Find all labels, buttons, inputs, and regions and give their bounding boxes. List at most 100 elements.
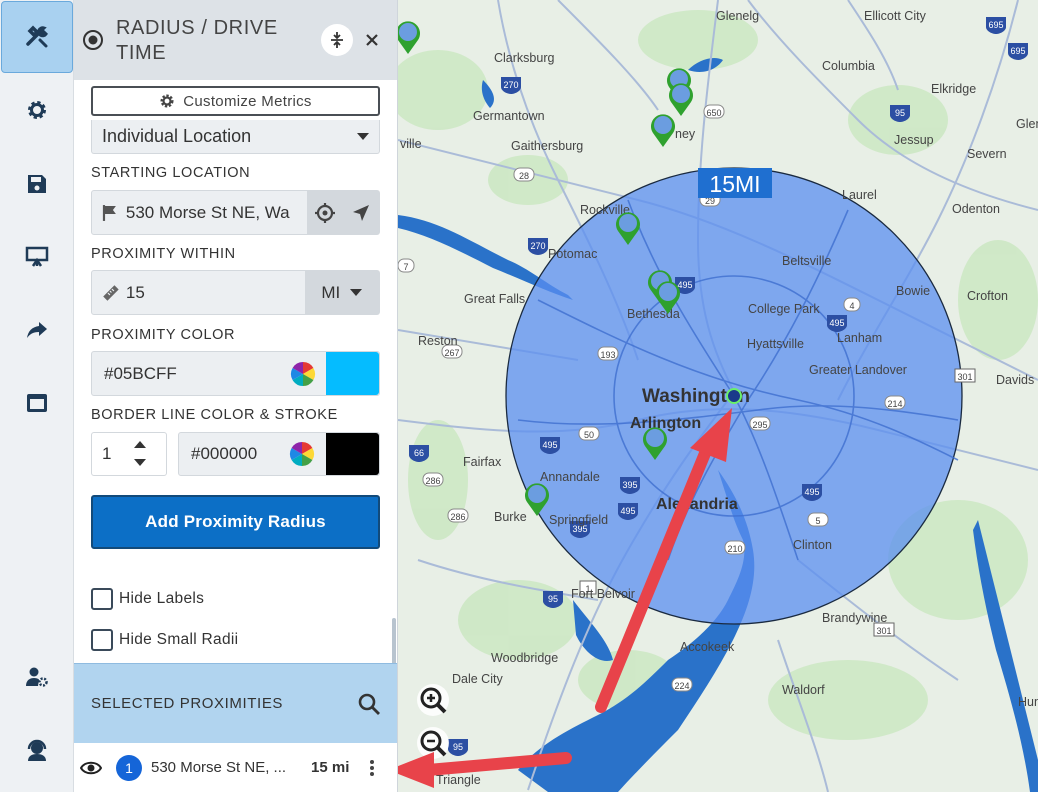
route-shield-label: 7 [403,262,408,272]
route-shield-label: 270 [530,241,545,251]
stepper-up-icon[interactable] [134,441,146,449]
save-button[interactable] [12,159,62,209]
customize-metrics-label: Customize Metrics [183,92,312,110]
unit-select[interactable]: MI [304,271,380,314]
place-label: Potomac [548,247,597,261]
hide-small-radii-checkbox[interactable] [91,629,113,651]
place-label: Triangle [436,773,481,787]
route-shield-label: 395 [622,480,637,490]
starting-location-label: STARTING LOCATION [91,165,251,181]
place-label: Hunt [1018,695,1038,709]
tools-button[interactable] [1,1,73,73]
place-label: Annandale [540,470,600,484]
color-wheel-icon[interactable] [290,361,316,387]
hide-small-radii-label: Hide Small Radii [119,631,239,648]
proximity-distance: 15 mi [311,759,350,776]
hide-small-radii-option[interactable]: Hide Small Radii [91,629,238,651]
gear-icon [28,101,46,119]
proximity-within-label: PROXIMITY WITHIN [91,246,236,262]
route-shield-label: 295 [752,420,767,430]
map-canvas[interactable]: 695 695 270 650 95 29 28 270 495 495 193… [398,0,1038,792]
origin-point[interactable] [726,388,742,404]
user-settings-button[interactable] [12,652,62,702]
proximity-field: 15 MI [91,270,380,315]
place-label: Lanham [837,331,882,345]
route-shield-label: 95 [895,108,905,118]
place-label: Hyattsville [747,337,804,351]
place-label: ney [675,127,696,141]
proximity-color-input[interactable]: #05BCFF [104,364,290,384]
settings-button[interactable] [12,85,62,135]
route-shield-label: 193 [600,350,615,360]
border-color-field: #000000 [178,432,380,476]
route-shield-label: 495 [677,280,692,290]
tools-icon [26,25,48,48]
place-label: Bowie [896,284,930,298]
place-label: Burke [494,510,527,524]
route-shield-label: 5 [815,516,820,526]
collapse-button[interactable] [321,24,353,56]
place-label: Severn [967,147,1007,161]
proximity-color-label: PROXIMITY COLOR [91,327,236,343]
map-view[interactable]: 695 695 270 650 95 29 28 270 495 495 193… [398,0,1038,792]
customize-metrics-button[interactable]: Customize Metrics [91,86,380,116]
route-shield-label: 695 [1010,46,1025,56]
selected-proximities-title: SELECTED PROXIMITIES [91,695,284,712]
support-button[interactable] [12,725,62,775]
list-item[interactable]: 1 530 Morse St NE, ... 15 mi [74,743,397,792]
panel-header: RADIUS / DRIVE TIME [74,0,397,80]
route-shield-label: 286 [425,476,440,486]
proximity-color-field: #05BCFF [91,351,380,396]
place-label: Clarksburg [494,51,554,65]
hide-labels-label: Hide Labels [119,590,205,607]
stroke-input[interactable]: 1 [102,444,134,464]
place-label: Dale City [452,672,503,686]
window-icon [27,394,47,412]
place-label: Clinton [793,538,832,552]
proximity-index-badge: 1 [116,754,142,781]
zoom-in-button[interactable] [417,684,449,716]
starting-location-input[interactable]: 530 Morse St NE, Wa [126,203,307,223]
route-shield-label: 95 [548,594,558,604]
route-shield-label: 301 [876,626,891,636]
location-type-select[interactable]: Individual Location [91,120,380,154]
proximity-color-swatch[interactable] [326,352,379,395]
panel-scrollbar[interactable] [392,618,396,666]
stepper-down-icon[interactable] [134,459,146,467]
window-button[interactable] [12,378,62,428]
route-shield-label: 270 [503,80,518,90]
place-label: Crofton [967,289,1008,303]
more-options-icon[interactable] [369,759,375,777]
place-label: Greater Landover [809,363,907,377]
color-wheel-icon[interactable] [289,441,315,467]
route-shield-label: 495 [542,440,557,450]
collapse-icon [331,32,343,48]
place-label: Bethesda [627,307,680,321]
place-label: Laurel [842,188,877,202]
presentation-button[interactable] [12,232,62,282]
border-color-input[interactable]: #000000 [191,444,289,464]
place-label: Odenton [952,202,1000,216]
close-icon[interactable] [365,33,379,47]
hide-labels-option[interactable]: Hide Labels [91,588,204,610]
save-icon [28,175,46,193]
share-button[interactable] [12,305,62,355]
hide-labels-checkbox[interactable] [91,588,113,610]
place-label: Columbia [822,59,875,73]
route-shield-label: 495 [829,318,844,328]
gear-icon [160,94,174,108]
route-shield-label: 495 [620,506,635,516]
add-proximity-radius-button[interactable]: Add Proximity Radius [91,495,380,549]
search-icon[interactable] [357,692,381,716]
place-label: Great Falls [464,292,525,306]
place-label: Jessup [894,133,934,147]
locate-button[interactable] [306,191,344,234]
border-color-swatch[interactable] [326,433,379,475]
proximity-input[interactable]: 15 [126,283,305,303]
route-shield-label: 50 [584,430,594,440]
navigate-button[interactable] [343,191,379,234]
route-shield-label: 4 [849,301,854,311]
eye-icon[interactable] [80,760,102,776]
place-label: Accokeek [680,640,735,654]
place-label: Brandywine [822,611,887,625]
